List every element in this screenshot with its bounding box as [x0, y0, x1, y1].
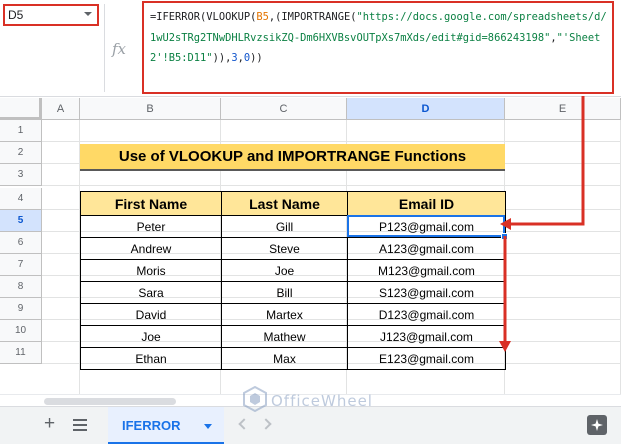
gridline-horizontal	[42, 185, 621, 186]
table-row: Sara Bill S123@gmail.com	[80, 281, 506, 304]
first-name-cell[interactable]: Peter	[80, 215, 222, 238]
formula-token: ,(IMPORTRANGE(	[268, 11, 357, 23]
formula-token: ))	[250, 52, 263, 64]
name-box[interactable]: D5	[3, 4, 99, 26]
first-name-cell[interactable]: Ethan	[80, 347, 222, 370]
row-header-3[interactable]: 3	[0, 164, 42, 186]
tab-iferror[interactable]: IFERROR	[108, 407, 224, 444]
table-row: Joe Mathew J123@gmail.com	[80, 325, 506, 348]
header-last-name[interactable]: Last Name	[221, 191, 348, 216]
row-header-4[interactable]: 4	[0, 188, 42, 210]
row-header-2[interactable]: 2	[0, 142, 42, 164]
formula-token: )),	[212, 52, 232, 64]
chevron-down-icon[interactable]	[84, 12, 92, 16]
watermark-text: OfficeWheel	[271, 392, 373, 410]
first-name-cell[interactable]: Andrew	[80, 237, 222, 260]
fx-icon: fx	[112, 40, 127, 58]
column-header-e[interactable]: E	[505, 98, 621, 120]
formula-token: =IFERROR(VLOOKUP(	[150, 11, 257, 23]
email-cell[interactable]: M123@gmail.com	[347, 259, 506, 282]
tab-label: IFERROR	[122, 418, 181, 433]
email-cell[interactable]: D123@gmail.com	[347, 303, 506, 326]
column-header-d[interactable]: D	[347, 98, 505, 120]
officewheel-logo-icon	[243, 385, 267, 413]
row-header-7[interactable]: 7	[0, 254, 42, 276]
first-name-cell[interactable]: Sara	[80, 281, 222, 304]
formula-bar-divider	[104, 4, 105, 92]
row-header-8[interactable]: 8	[0, 276, 42, 298]
formula-token: B5	[256, 11, 269, 23]
fill-handle[interactable]	[501, 233, 508, 240]
last-name-cell[interactable]: Steve	[221, 237, 348, 260]
all-sheets-menu-icon[interactable]	[73, 419, 87, 431]
table-row: Andrew Steve A123@gmail.com	[80, 237, 506, 260]
row-header-5[interactable]: 5	[0, 210, 42, 232]
caret-down-icon[interactable]	[204, 424, 212, 429]
formula-text: =IFERROR(VLOOKUP(B5,(IMPORTRANGE("https:…	[150, 7, 608, 69]
scrollbar-thumb[interactable]	[44, 398, 176, 405]
last-name-cell[interactable]: Mathew	[221, 325, 348, 348]
watermark-logo: OfficeWheel	[243, 385, 393, 416]
select-all-corner[interactable]	[0, 98, 42, 120]
sparkle-icon	[591, 419, 603, 431]
row-header-10[interactable]: 10	[0, 320, 42, 342]
row-header-1[interactable]: 1	[0, 120, 42, 142]
table-row: Moris Joe M123@gmail.com	[80, 259, 506, 282]
last-name-cell[interactable]: Martex	[221, 303, 348, 326]
last-name-cell[interactable]: Max	[221, 347, 348, 370]
column-header-c[interactable]: C	[221, 98, 347, 120]
last-name-cell[interactable]: Gill	[221, 215, 348, 238]
last-name-cell[interactable]: Bill	[221, 281, 348, 304]
sheet-title-cell[interactable]: Use of VLOOKUP and IMPORTRANGE Functions	[80, 144, 505, 171]
last-name-cell[interactable]: Joe	[221, 259, 348, 282]
explore-button[interactable]	[587, 415, 607, 435]
header-first-name[interactable]: First Name	[80, 191, 222, 216]
row-header-11[interactable]: 11	[0, 342, 42, 364]
add-sheet-button[interactable]: +	[44, 414, 55, 434]
email-cell[interactable]: A123@gmail.com	[347, 237, 506, 260]
column-header-b[interactable]: B	[80, 98, 221, 120]
name-box-value: D5	[8, 8, 24, 22]
column-header-a[interactable]: A	[42, 98, 80, 120]
row-header-6[interactable]: 6	[0, 232, 42, 254]
email-cell[interactable]: S123@gmail.com	[347, 281, 506, 304]
table-row: David Martex D123@gmail.com	[80, 303, 506, 326]
table-header-row: First Name Last Name Email ID	[80, 191, 506, 216]
email-cell[interactable]: J123@gmail.com	[347, 325, 506, 348]
gridline-horizontal	[42, 141, 621, 142]
spreadsheet-grid[interactable]: ABCDE 1 2 3 4 5 6 7 8 9 10 11 Use of VLOOKUP and I…	[0, 98, 621, 394]
scroll-tabs-right-icon[interactable]	[260, 418, 272, 430]
formula-input[interactable]: =IFERROR(VLOOKUP(B5,(IMPORTRANGE("https:…	[142, 1, 614, 94]
first-name-cell[interactable]: David	[80, 303, 222, 326]
active-cell-selection[interactable]	[347, 215, 505, 237]
email-cell[interactable]: E123@gmail.com	[347, 347, 506, 370]
scroll-tabs-left-icon[interactable]	[238, 418, 250, 430]
row-header-9[interactable]: 9	[0, 298, 42, 320]
first-name-cell[interactable]: Moris	[80, 259, 222, 282]
first-name-cell[interactable]: Joe	[80, 325, 222, 348]
table-row: Ethan Max E123@gmail.com	[80, 347, 506, 370]
header-email-id[interactable]: Email ID	[347, 191, 506, 216]
